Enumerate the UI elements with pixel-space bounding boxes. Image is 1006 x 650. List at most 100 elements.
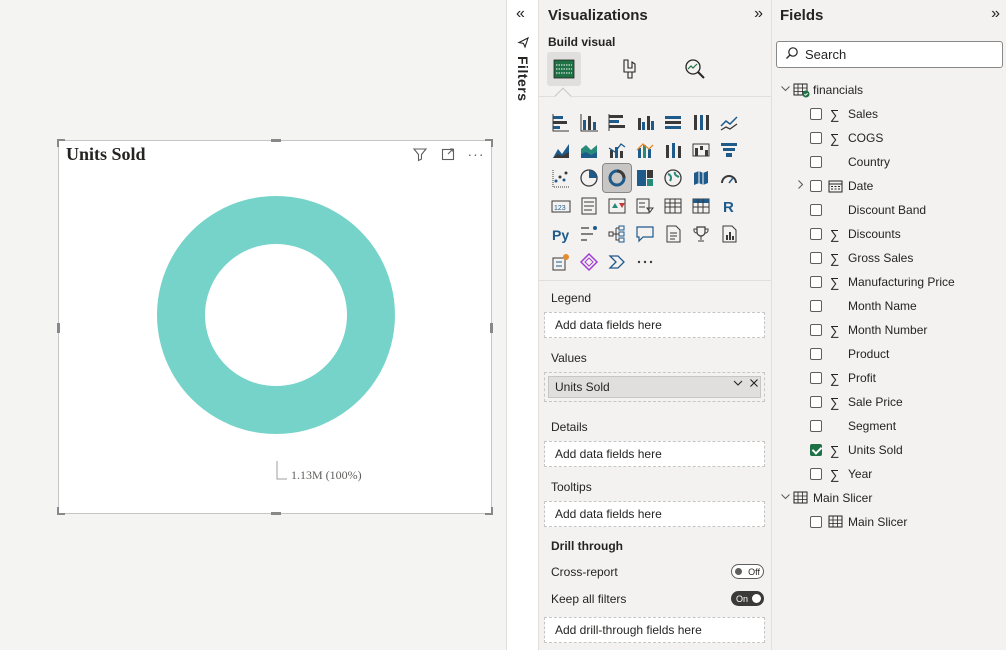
analytics-button[interactable]: [678, 52, 712, 86]
field-row[interactable]: ∑ Profit: [772, 367, 1006, 389]
field-row[interactable]: ∑ COGS: [772, 127, 1006, 149]
chevron-down-icon[interactable]: [732, 377, 744, 392]
field-row[interactable]: Product: [772, 343, 1006, 365]
field-checkbox[interactable]: [810, 132, 822, 144]
resize-corner-br[interactable]: [485, 507, 493, 515]
100-stacked-column-chart-icon[interactable]: [687, 108, 715, 136]
field-row[interactable]: ∑ Sale Price: [772, 391, 1006, 413]
resize-corner-tr[interactable]: [485, 139, 493, 147]
python-visual-icon[interactable]: Py: [547, 220, 575, 248]
donut-chart-visual[interactable]: Units Sold ··· 1.13M (100%): [57, 139, 493, 515]
values-well[interactable]: Units Sold: [544, 372, 765, 402]
multi-row-card-icon[interactable]: [575, 192, 603, 220]
field-checkbox[interactable]: [810, 348, 822, 360]
power-automate-icon[interactable]: [575, 248, 603, 276]
filled-map-icon[interactable]: [687, 164, 715, 192]
field-row[interactable]: Date: [772, 175, 1006, 197]
chevron-right-icon[interactable]: [794, 179, 806, 193]
resize-corner-bl[interactable]: [57, 507, 65, 515]
clustered-bar-chart-icon[interactable]: [603, 108, 631, 136]
resize-handle-right[interactable]: [490, 323, 493, 333]
tooltips-well-dropzone[interactable]: Add data fields here: [544, 501, 765, 527]
goals-trophy-icon[interactable]: [687, 220, 715, 248]
stacked-bar-chart-icon[interactable]: [547, 108, 575, 136]
collapse-filters-icon[interactable]: «: [516, 5, 525, 23]
field-checkbox[interactable]: [810, 108, 822, 120]
100-stacked-bar-chart-icon[interactable]: [659, 108, 687, 136]
field-checkbox[interactable]: [810, 156, 822, 168]
filters-pane-collapsed[interactable]: « Filters: [506, 0, 539, 650]
line-clustered-column-icon[interactable]: [603, 136, 631, 164]
waterfall-chart-icon[interactable]: [687, 136, 715, 164]
kpi-icon[interactable]: [603, 192, 631, 220]
field-row[interactable]: ∑ Month Number: [772, 319, 1006, 341]
power-apps-icon[interactable]: [547, 248, 575, 276]
table-icon[interactable]: [659, 192, 687, 220]
chevron-down-icon[interactable]: [779, 491, 791, 505]
field-checkbox[interactable]: [810, 372, 822, 384]
values-field-pill[interactable]: Units Sold: [548, 376, 761, 398]
remove-field-icon[interactable]: [748, 377, 760, 392]
field-checkbox[interactable]: [810, 396, 822, 408]
keep-all-filters-toggle[interactable]: On: [731, 591, 764, 606]
collapse-fields-icon[interactable]: »: [991, 5, 1000, 23]
scatter-chart-icon[interactable]: [547, 164, 575, 192]
table-row-financials[interactable]: financials: [772, 79, 1006, 101]
line-stacked-column-icon[interactable]: [631, 136, 659, 164]
field-row[interactable]: ∑ Gross Sales: [772, 247, 1006, 269]
field-row[interactable]: Month Name: [772, 295, 1006, 317]
field-checkbox[interactable]: [810, 300, 822, 312]
field-row[interactable]: ∑ Units Sold: [772, 439, 1006, 461]
pie-chart-icon[interactable]: [575, 164, 603, 192]
slicer-icon[interactable]: [631, 192, 659, 220]
field-checkbox[interactable]: [810, 516, 822, 528]
r-script-visual-icon[interactable]: R: [715, 192, 743, 220]
field-row[interactable]: Discount Band: [772, 199, 1006, 221]
resize-handle-top[interactable]: [271, 139, 281, 142]
field-row[interactable]: Segment: [772, 415, 1006, 437]
fields-search-input[interactable]: [805, 47, 985, 62]
card-icon[interactable]: 123: [547, 192, 575, 220]
stacked-column-chart-icon[interactable]: [575, 108, 603, 136]
line-chart-icon[interactable]: [715, 108, 743, 136]
stacked-area-chart-icon[interactable]: [575, 136, 603, 164]
field-checkbox[interactable]: [810, 228, 822, 240]
drill-through-dropzone[interactable]: Add drill-through fields here: [544, 617, 765, 643]
field-checkbox[interactable]: [810, 180, 822, 192]
arc-visual-icon[interactable]: [603, 248, 631, 276]
field-checkbox[interactable]: [810, 324, 822, 336]
filters-label[interactable]: Filters: [515, 56, 531, 102]
area-chart-icon[interactable]: [547, 136, 575, 164]
details-well-dropzone[interactable]: Add data fields here: [544, 441, 765, 467]
field-checkbox[interactable]: [810, 444, 822, 456]
smart-narrative-icon[interactable]: [659, 220, 687, 248]
fields-search-box[interactable]: [776, 41, 1003, 68]
key-influencers-icon[interactable]: [575, 220, 603, 248]
resize-handle-left[interactable]: [57, 323, 60, 333]
field-row[interactable]: Country: [772, 151, 1006, 173]
map-icon[interactable]: [659, 164, 687, 192]
gauge-icon[interactable]: [715, 164, 743, 192]
table-row-main-slicer[interactable]: Main Slicer: [772, 487, 1006, 509]
field-checkbox[interactable]: [810, 468, 822, 480]
funnel-chart-icon[interactable]: [715, 136, 743, 164]
format-visual-button[interactable]: [613, 52, 647, 86]
cross-report-toggle[interactable]: Off: [731, 564, 764, 579]
paginated-report-icon[interactable]: [715, 220, 743, 248]
field-row[interactable]: ∑ Manufacturing Price: [772, 271, 1006, 293]
resize-corner-tl[interactable]: [57, 139, 65, 147]
chevron-down-icon[interactable]: [779, 83, 791, 97]
build-visual-button[interactable]: [547, 52, 581, 86]
more-visuals-icon[interactable]: [631, 248, 659, 276]
field-row[interactable]: Main Slicer: [772, 511, 1006, 533]
collapse-visualizations-icon[interactable]: »: [754, 5, 763, 23]
qa-visual-icon[interactable]: [631, 220, 659, 248]
field-checkbox[interactable]: [810, 252, 822, 264]
matrix-icon[interactable]: [687, 192, 715, 220]
ribbon-chart-icon[interactable]: [659, 136, 687, 164]
report-canvas[interactable]: Units Sold ··· 1.13M (100%): [0, 0, 506, 650]
field-row[interactable]: ∑ Discounts: [772, 223, 1006, 245]
donut-slice[interactable]: [156, 196, 395, 434]
clustered-column-chart-icon[interactable]: [631, 108, 659, 136]
treemap-icon[interactable]: [631, 164, 659, 192]
